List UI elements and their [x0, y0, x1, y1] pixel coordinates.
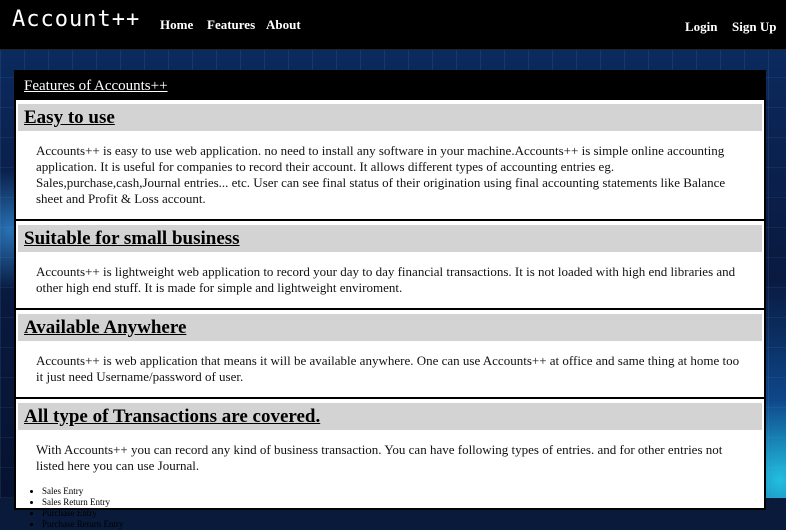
list-item: Sales Return Entry [42, 497, 762, 508]
list-item: Purchase Return Entry [42, 519, 762, 530]
panel-header: Features of Accounts++ [16, 72, 764, 100]
list-item: Sales Entry [42, 486, 762, 497]
section-text: Accounts++ is web application that means… [36, 353, 740, 384]
login-link[interactable]: Login [685, 19, 718, 35]
section-text: With Accounts++ you can record any kind … [36, 442, 723, 473]
nav-about-link[interactable]: About [266, 17, 301, 33]
logo[interactable]: Account++ [12, 7, 140, 32]
section-available-anywhere: Available Anywhere Accounts++ is web app… [16, 314, 764, 399]
panel-title: Features of Accounts++ [24, 78, 168, 94]
nav-features-link[interactable]: Features [207, 17, 255, 33]
section-text: Accounts++ is easy to use web applicatio… [36, 143, 726, 206]
list-item: Purchase Entry [42, 508, 762, 519]
section-transactions: All type of Transactions are covered. Wi… [16, 403, 764, 530]
section-heading: Available Anywhere [18, 314, 762, 341]
section-heading: All type of Transactions are covered. [18, 403, 762, 430]
section-text: Accounts++ is lightweight web applicatio… [36, 264, 736, 295]
entry-type-list: Sales Entry Sales Return Entry Purchase … [18, 486, 762, 530]
section-heading: Easy to use [18, 104, 762, 131]
nav-home-link[interactable]: Home [160, 17, 193, 33]
features-panel: Features of Accounts++ Easy to use Accou… [14, 70, 766, 529]
section-heading: Suitable for small business [18, 225, 762, 252]
navbar: Account++ Home Features About Login Sign… [0, 0, 786, 50]
section-small-business: Suitable for small business Accounts++ i… [16, 225, 764, 310]
signup-link[interactable]: Sign Up [732, 19, 776, 35]
section-easy-to-use: Easy to use Accounts++ is easy to use we… [16, 104, 764, 221]
